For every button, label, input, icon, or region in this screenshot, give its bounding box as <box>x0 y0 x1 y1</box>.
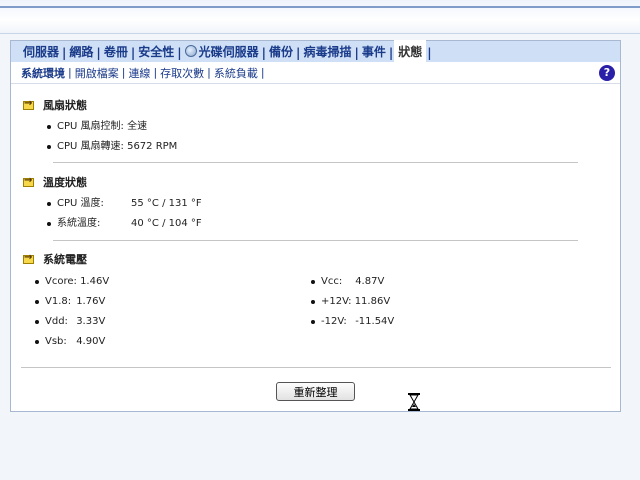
vcc-value: 4.87V <box>355 276 385 287</box>
temperature-status-title: 溫度狀態 <box>43 176 87 189</box>
vdd-label: Vdd: <box>45 316 68 327</box>
fan-status-section: 風扇狀態 CPU 風扇控制: 全速 CPU 風扇轉速: 5672 RPM <box>23 97 177 157</box>
fan-speed-value: 5672 RPM <box>127 141 178 152</box>
fan-status-title: 風扇狀態 <box>43 99 87 112</box>
list-item: Vcore: 1.46V <box>11 272 109 292</box>
cpu-temp-label: CPU 溫度: <box>57 198 104 209</box>
list-item: Vcc: 4.87V <box>287 272 394 292</box>
arrow-right-icon <box>23 175 34 187</box>
temperature-status-section: 溫度狀態 CPU 溫度: 55 °C / 131 °F 系統溫度: 40 °C / … <box>23 174 202 234</box>
tab-network[interactable]: 網路 <box>67 43 95 62</box>
subtab-system-load[interactable]: 系統負載 <box>214 65 258 81</box>
fan-control-value: 全速 <box>127 121 148 132</box>
temperature-status-list: CPU 溫度: 55 °C / 131 °F 系統溫度: 40 °C / 104 °… <box>23 194 202 234</box>
list-item: 系統溫度: 40 °C / 104 °F <box>23 214 202 234</box>
sub-tab-bar: 系統環境 | 開啟檔案 | 連線 | 存取次數 | 系統負載 | ? <box>11 62 620 84</box>
tab-cd-server-label: 光碟伺服器 <box>198 45 259 59</box>
tab-security[interactable]: 安全性 <box>136 43 176 62</box>
v18-value: 1.76V <box>76 296 106 307</box>
arrow-right-icon <box>23 98 34 110</box>
fan-control-label: CPU 風扇控制: <box>57 121 124 132</box>
divider <box>53 240 578 241</box>
voltage-list-right: Vcc: 4.87V +12V: 11.86V -12V: -11.54V <box>287 272 394 332</box>
list-item: -12V: -11.54V <box>287 312 394 332</box>
system-temp-label: 系統溫度: <box>57 218 101 229</box>
divider <box>53 162 578 163</box>
minus12v-value: -11.54V <box>355 316 395 327</box>
temperature-status-heading: 溫度狀態 <box>23 174 202 190</box>
vcc-label: Vcc: <box>321 276 343 287</box>
subtab-open-files[interactable]: 開啟檔案 <box>75 65 119 81</box>
vcore-label: Vcore: <box>45 276 77 287</box>
help-icon[interactable]: ? <box>599 65 615 81</box>
list-item: CPU 溫度: 55 °C / 131 °F <box>23 194 202 214</box>
list-item: CPU 風扇轉速: 5672 RPM <box>23 137 177 157</box>
fan-status-heading: 風扇狀態 <box>23 97 177 113</box>
vsb-label: Vsb: <box>45 336 67 347</box>
tab-server[interactable]: 伺服器 <box>21 43 61 62</box>
list-item: CPU 風扇控制: 全速 <box>23 117 177 137</box>
cpu-temp-value: 55 °C / 131 °F <box>131 198 202 209</box>
vcore-value: 1.46V <box>80 276 110 287</box>
voltage-status-section: 系統電壓 <box>23 251 87 267</box>
tab-virus-scan[interactable]: 病毒掃描 <box>301 43 353 62</box>
list-item: V1.8: 1.76V <box>11 292 109 312</box>
hourglass-cursor-icon <box>408 393 420 411</box>
arrow-right-icon <box>23 252 34 264</box>
refresh-button[interactable]: 重新整理 <box>276 382 355 401</box>
tab-backup[interactable]: 備份 <box>267 43 295 62</box>
list-item: Vdd: 3.33V <box>11 312 109 332</box>
list-item: +12V: 11.86V <box>287 292 394 312</box>
disc-icon <box>184 45 197 57</box>
tab-volumes[interactable]: 卷冊 <box>102 43 130 62</box>
minus12v-label: -12V: <box>321 316 347 327</box>
subtab-access-count[interactable]: 存取次數 <box>160 65 204 81</box>
plus12v-value: 11.86V <box>354 296 391 307</box>
vsb-value: 4.90V <box>76 336 106 347</box>
subtab-system-environment[interactable]: 系統環境 <box>21 65 65 81</box>
status-panel: 伺服器 | 網路 | 卷冊 | 安全性 | 光碟伺服器 | 備份 | 病毒掃描 | 事件 | 狀… <box>10 40 621 412</box>
fan-status-list: CPU 風扇控制: 全速 CPU 風扇轉速: 5672 RPM <box>23 117 177 157</box>
subtab-connections[interactable]: 連線 <box>128 65 150 81</box>
system-temp-value: 40 °C / 104 °F <box>131 218 202 229</box>
tab-cd-server[interactable]: 光碟伺服器 <box>183 43 261 62</box>
browser-top-bar <box>0 0 640 34</box>
tab-events[interactable]: 事件 <box>360 43 388 62</box>
vdd-value: 3.33V <box>76 316 106 327</box>
voltage-list-left: Vcore: 1.46V V1.8: 1.76V Vdd: 3.33V Vsb:… <box>11 272 109 352</box>
divider <box>21 367 611 368</box>
v18-label: V1.8: <box>45 296 72 307</box>
fan-speed-label: CPU 風扇轉速: <box>57 141 124 152</box>
voltage-status-heading: 系統電壓 <box>23 251 87 267</box>
main-tab-bar: 伺服器 | 網路 | 卷冊 | 安全性 | 光碟伺服器 | 備份 | 病毒掃描 | 事件 | 狀… <box>11 40 620 62</box>
list-item: Vsb: 4.90V <box>11 332 109 352</box>
plus12v-label: +12V: <box>321 296 352 307</box>
voltage-status-title: 系統電壓 <box>43 253 87 266</box>
tab-status[interactable]: 狀態 <box>394 40 427 62</box>
